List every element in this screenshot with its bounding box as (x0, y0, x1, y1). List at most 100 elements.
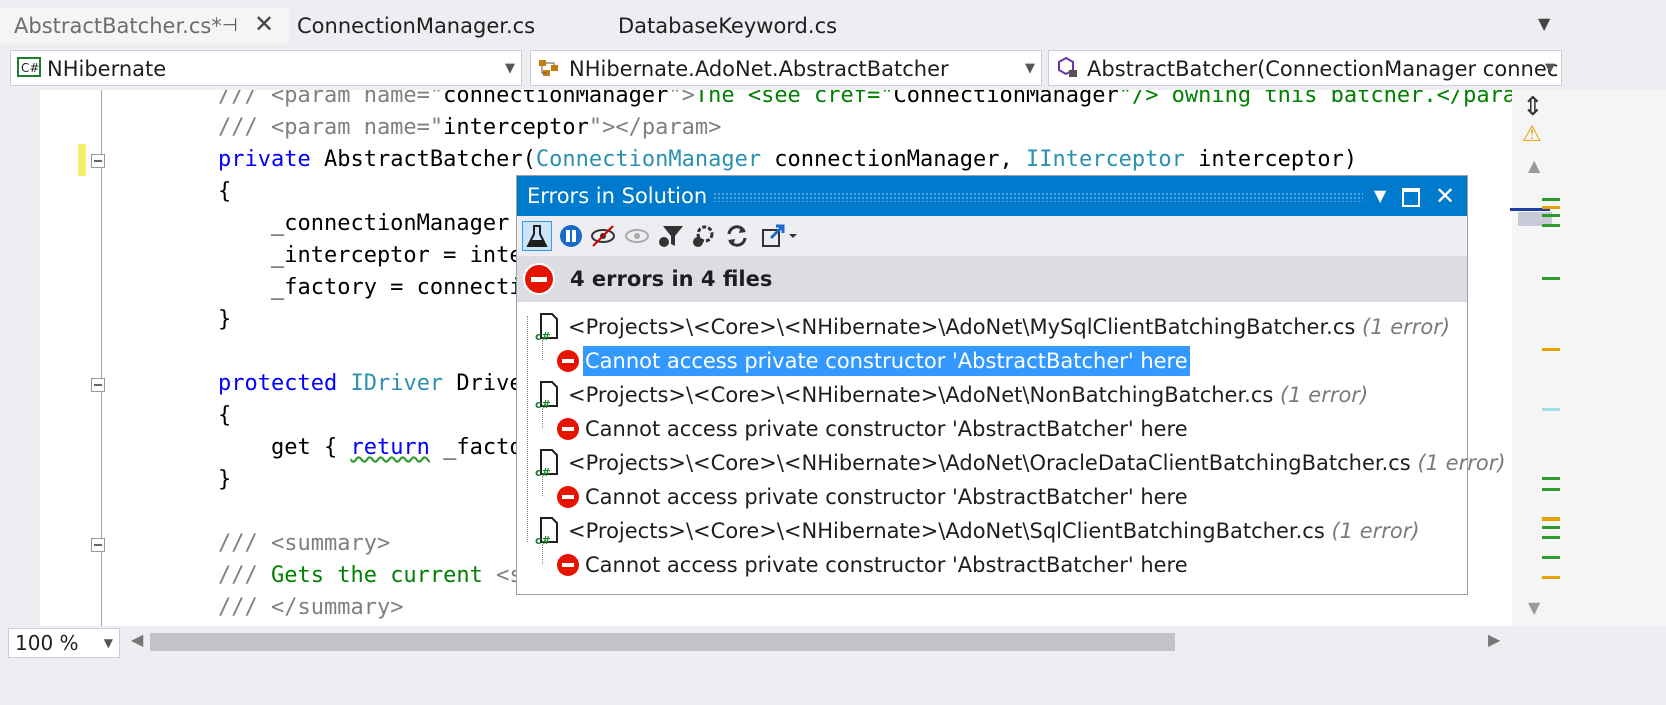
member-combo[interactable]: AbstractBatcher(ConnectionManager connec… (1048, 50, 1562, 86)
split-view-icon[interactable]: ⇕ (1522, 92, 1544, 122)
collapse-toggle[interactable] (91, 154, 105, 168)
scroll-up-icon[interactable]: ▲ (1528, 156, 1540, 175)
maximize-icon[interactable] (1402, 188, 1420, 207)
chevron-down-icon: ▼ (1545, 61, 1555, 76)
marker (1542, 408, 1560, 411)
csharp-project-icon: C# (17, 57, 41, 77)
grip-pattern[interactable] (713, 192, 1363, 202)
vertical-scrollbar[interactable]: ⇕ ⚠ ▲ ▼ (1510, 90, 1666, 626)
flask-icon[interactable] (522, 221, 552, 251)
collapse-toggle[interactable] (91, 378, 105, 392)
code-line: /// </summary> (218, 595, 404, 620)
chevron-down-icon: ▼ (103, 636, 113, 650)
private-method-icon (1058, 57, 1077, 77)
refresh-icon[interactable] (723, 222, 751, 250)
tab-overflow-chevron-icon[interactable]: ▼ (1538, 14, 1550, 33)
editor-gutter (0, 90, 40, 626)
error-message: Cannot access private constructor 'Abstr… (585, 553, 1188, 577)
warning-icon[interactable]: ⚠ (1522, 122, 1542, 147)
scroll-right-icon[interactable]: ▶ (1488, 630, 1500, 649)
close-icon[interactable]: ✕ (1435, 176, 1455, 216)
settings-refresh-icon[interactable] (689, 222, 717, 250)
error-row[interactable]: Cannot access private constructor 'Abstr… (517, 412, 1467, 446)
tab-label: ConnectionManager.cs (297, 14, 536, 38)
code-line: _factory = connecti (218, 275, 523, 300)
close-icon[interactable]: ✕ (254, 6, 274, 42)
error-message: Cannot access private constructor 'Abstr… (585, 485, 1188, 509)
horizontal-scroll-thumb[interactable] (150, 633, 1175, 651)
error-row[interactable]: Cannot access private constructor 'Abstr… (517, 548, 1467, 582)
marker (1542, 576, 1560, 579)
error-count: (1 error) (1331, 519, 1420, 543)
filter-icon[interactable] (657, 222, 685, 250)
zoom-level: 100 % (15, 631, 79, 655)
marker (1542, 477, 1560, 480)
show-icon[interactable] (623, 222, 651, 250)
file-path: <Projects>\<Core>\<NHibernate>\AdoNet\Sq… (568, 519, 1325, 543)
error-icon (557, 554, 579, 576)
error-message: Cannot access private constructor 'Abstr… (583, 346, 1190, 376)
error-count: (1 error) (1362, 315, 1451, 339)
window-title: Errors in Solution (527, 184, 708, 208)
chevron-down-icon: ▼ (1025, 61, 1035, 76)
error-summary: 4 errors in 4 files (517, 256, 1467, 302)
project-combo[interactable]: C# NHibernate ▼ (10, 50, 522, 86)
error-row[interactable]: Cannot access private constructor 'Abstr… (517, 344, 1467, 378)
changed-line-marker (78, 144, 86, 176)
tab-database-keyword[interactable]: DatabaseKeyword.cs (618, 8, 837, 44)
error-icon (523, 263, 555, 295)
scroll-left-icon[interactable]: ◀ (131, 630, 143, 649)
collapse-toggle[interactable] (91, 538, 105, 552)
member-label: AbstractBatcher(ConnectionManager connec (1087, 57, 1559, 81)
scroll-down-icon[interactable]: ▼ (1528, 598, 1540, 617)
pause-icon[interactable] (557, 222, 585, 250)
file-row[interactable]: c# <Projects>\<Core>\<NHibernate>\AdoNet… (517, 446, 1506, 480)
tab-label: DatabaseKeyword.cs (618, 14, 838, 38)
error-message: Cannot access private constructor 'Abstr… (585, 417, 1188, 441)
export-icon[interactable] (759, 222, 803, 250)
tab-connection-manager[interactable]: ConnectionManager.cs (297, 8, 535, 44)
code-line: /// <param name="connectionManager">The … (218, 90, 1512, 108)
svg-text:c#: c# (535, 398, 551, 410)
csharp-file-icon: c# (535, 449, 558, 478)
error-row[interactable]: Cannot access private constructor 'Abstr… (517, 480, 1467, 514)
marker (1542, 277, 1560, 280)
zoom-combo[interactable]: 100 % ▼ (8, 628, 120, 658)
code-line: protected IDriver Drive (218, 371, 523, 396)
window-title-bar[interactable]: Errors in Solution ▼ ✕ (517, 176, 1467, 216)
code-line: get { return _facto (218, 435, 523, 460)
file-row[interactable]: c# <Projects>\<Core>\<NHibernate>\AdoNet… (517, 310, 1467, 344)
file-row[interactable]: c# <Projects>\<Core>\<NHibernate>\AdoNet… (517, 378, 1467, 412)
csharp-file-icon: c# (535, 381, 558, 410)
marker (1542, 556, 1560, 559)
csharp-file-icon: c# (535, 313, 558, 342)
file-path: <Projects>\<Core>\<NHibernate>\AdoNet\My… (568, 315, 1356, 339)
marker (1542, 348, 1560, 351)
type-label: NHibernate.AdoNet.AbstractBatcher (569, 57, 949, 81)
code-line: _connectionManager (218, 211, 510, 236)
marker (1542, 536, 1560, 539)
marker (1542, 224, 1560, 227)
file-row[interactable]: c# <Projects>\<Core>\<NHibernate>\AdoNet… (517, 514, 1467, 548)
code-line: /// <param name="interceptor"></param> (218, 115, 722, 140)
tab-bar: AbstractBatcher.cs* ⊣ ✕ ConnectionManage… (0, 0, 1666, 44)
file-path: <Projects>\<Core>\<NHibernate>\AdoNet\Or… (568, 451, 1411, 475)
marker (1542, 214, 1560, 217)
csharp-file-icon: c# (535, 517, 558, 546)
svg-text:c#: c# (535, 534, 551, 546)
dropdown-icon[interactable]: ▼ (1374, 176, 1386, 216)
code-line: /// Gets the current <s (218, 563, 523, 588)
hide-icon[interactable] (589, 222, 617, 250)
code-line: _interceptor = inte (218, 243, 523, 268)
pin-icon[interactable]: ⊣ (222, 8, 238, 44)
marker (1542, 518, 1560, 521)
type-combo[interactable]: NHibernate.AdoNet.AbstractBatcher ▼ (530, 50, 1042, 86)
file-path: <Projects>\<Core>\<NHibernate>\AdoNet\No… (568, 383, 1274, 407)
code-line: private AbstractBatcher(ConnectionManage… (218, 147, 1358, 172)
marker (1542, 198, 1560, 201)
svg-text:c#: c# (535, 330, 551, 342)
svg-text:c#: c# (535, 466, 551, 478)
error-count: (1 error) (1417, 451, 1506, 475)
class-icon (539, 60, 558, 76)
tab-abstract-batcher[interactable]: AbstractBatcher.cs* ⊣ ✕ (0, 8, 289, 44)
